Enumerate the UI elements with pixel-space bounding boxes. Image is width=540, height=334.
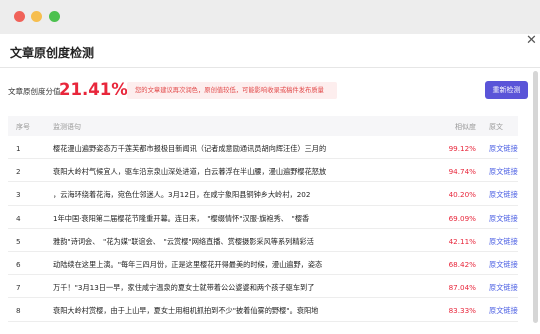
row-no: 2 [16, 167, 21, 177]
row-no: 7 [16, 283, 21, 293]
recheck-button[interactable]: 重新检测 [485, 81, 528, 99]
row-no: 6 [16, 259, 21, 269]
table-row: 3 ，云海环绕着花海，宛色仕邻迷人。3月12日，在咸宁象阳县铜钟乡大岭村，202… [8, 182, 518, 206]
source-link[interactable]: 原文链接 [489, 214, 518, 224]
score-value: 21.41% [59, 80, 128, 99]
header-similarity: 相似度 [455, 123, 476, 131]
row-no: 8 [16, 306, 21, 316]
table-row: 4 1年中国·衰阳第二届樱花节隆重开幕。连日来， "樱缀情怀"汉服·旗袍秀、 "… [8, 206, 518, 229]
table-row: 2 衰阳大岭村气候宜人，驱车沿京泉山深处进道，白云暮浮在半山腰，漫山遍野樱花怒放… [8, 159, 518, 183]
table-row: 1 樱花漫山遍野姿态万千莲芙都市报极目新闻讯（记者成意励通讯员胡向辉汪佳）三月的… [8, 136, 518, 160]
results-table: 序号 监测语句 相似度 原文 1 樱花漫山遍野姿态万千莲芙都市报极目新闻讯（记者… [8, 116, 518, 322]
row-sentence: 动陆续在这里上演。"每年三四月份，正是这里樱花开得最美的时候，漫山遍野，姿态 [53, 259, 323, 269]
row-no: 1 [16, 144, 21, 153]
row-similarity: 42.11% [448, 236, 476, 246]
source-link[interactable]: 原文链接 [489, 237, 518, 247]
row-no: 3 [16, 190, 21, 200]
vertical-scrollbar[interactable] [533, 71, 538, 323]
row-similarity: 94.74% [448, 167, 476, 177]
row-sentence: 雅韵"诗词会、 "花为媒"联谊会、 "云赏樱"网络直播、赏樱摄影采风等系列精彩活 [53, 236, 314, 246]
window-close-dot[interactable] [14, 11, 25, 22]
window-titlebar [0, 0, 540, 34]
header-sentence: 监测语句 [53, 123, 81, 131]
source-link[interactable]: 原文链接 [489, 306, 518, 316]
window-maximize-dot[interactable] [49, 11, 60, 22]
score-label: 文章原创度分值 [8, 87, 61, 96]
row-similarity: 69.09% [448, 213, 476, 223]
row-sentence: ，云海环绕着花海，宛色仕邻迷人。3月12日，在咸宁象阳县铜钟乡大岭村，202 [53, 190, 311, 200]
source-link[interactable]: 原文链接 [489, 283, 518, 293]
table-row: 7 万千！"3月13日一早，家住咸宁温泉的夏女士就带着公公婆婆和两个孩子驱车到了… [8, 275, 518, 299]
row-similarity: 99.12% [448, 144, 476, 153]
table-header: 序号 监测语句 相似度 原文 [8, 116, 518, 136]
header-source: 原文 [489, 123, 503, 131]
row-sentence: 1年中国·衰阳第二届樱花节隆重开幕。连日来， "樱缀情怀"汉服·旗袍秀、 "樱香 [53, 213, 310, 223]
divider [0, 67, 540, 68]
table-row: 5 雅韵"诗词会、 "花为媒"联谊会、 "云赏樱"网络直播、赏樱摄影采风等系列精… [8, 229, 518, 252]
source-link[interactable]: 原文链接 [489, 167, 518, 177]
row-no: 5 [16, 236, 21, 246]
row-similarity: 40.20% [448, 190, 476, 200]
header-no: 序号 [16, 123, 30, 131]
page-title: 文章原创度检测 [10, 46, 95, 60]
source-link[interactable]: 原文链接 [489, 190, 518, 200]
row-sentence: 衰阳大岭村赏樱，由于上山早，夏女士用相机抓拍到不少"披着仙雾的野樱"。衰阳地 [53, 306, 319, 316]
row-sentence: 樱花漫山遍野姿态万千莲芙都市报极目新闻讯（记者成意励通讯员胡向辉汪佳）三月的 [53, 144, 327, 153]
source-link[interactable]: 原文链接 [489, 260, 518, 270]
source-link[interactable]: 原文链接 [489, 144, 518, 154]
table-row: 6 动陆续在这里上演。"每年三四月份，正是这里樱花开得最美的时候，漫山遍野，姿态… [8, 252, 518, 276]
window-minimize-dot[interactable] [31, 11, 42, 22]
row-similarity: 83.33% [448, 306, 476, 316]
row-sentence: 万千！"3月13日一早，家住咸宁温泉的夏女士就带着公公婆婆和两个孩子驱车到了 [53, 283, 315, 293]
close-icon[interactable]: ✕ [526, 34, 537, 48]
row-similarity: 87.04% [448, 283, 476, 293]
table-row: 8 衰阳大岭村赏樱，由于上山早，夏女士用相机抓拍到不少"披着仙雾的野樱"。衰阳地… [8, 298, 518, 322]
warning-message: 您的文章建议再次润色，原创值较低，可能影响收录或稿件发布质量 [127, 82, 337, 99]
row-sentence: 衰阳大岭村气候宜人，驱车沿京泉山深处进道，白云暮浮在半山腰，漫山遍野樱花怒放 [53, 167, 327, 177]
row-similarity: 68.42% [448, 259, 476, 269]
row-no: 4 [16, 213, 21, 223]
